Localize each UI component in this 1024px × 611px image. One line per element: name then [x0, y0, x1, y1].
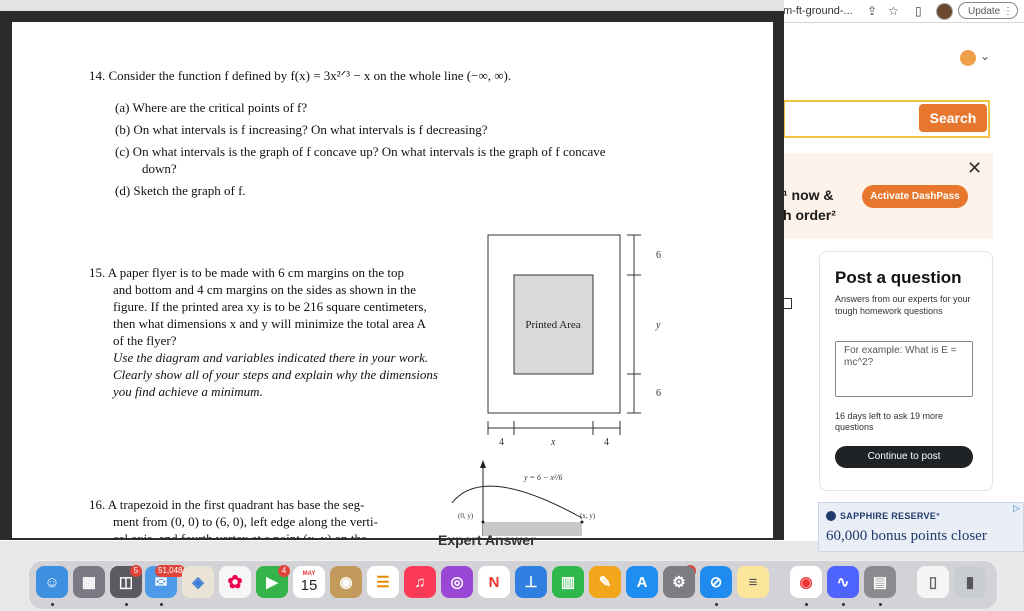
arrow-icon — [480, 460, 486, 468]
ad-logo-icon — [826, 511, 836, 521]
problem-15-line: Clearly show all of your steps and expla… — [113, 367, 438, 382]
user-avatar[interactable] — [960, 50, 976, 66]
maps-icon[interactable]: ◈ — [182, 566, 214, 598]
expert-answer-heading: Expert Answer — [438, 532, 536, 548]
profile-avatar[interactable] — [936, 3, 953, 20]
tab-icon[interactable]: ▯ — [915, 4, 922, 18]
reminders-icon[interactable]: ☰ — [367, 566, 399, 598]
music-icon[interactable]: ♫ — [404, 566, 436, 598]
app-badge: 5 — [130, 565, 142, 577]
problem-14-c2: down? — [142, 161, 177, 176]
point-marker — [580, 520, 584, 524]
chrome-icon[interactable]: ◉ — [790, 566, 822, 598]
update-button[interactable]: Update ⋮ — [958, 2, 1018, 19]
problem-15-line: you find achieve a minimum. — [113, 384, 263, 399]
problem-15-line: Use the diagram and variables indicated … — [113, 350, 429, 365]
problem-14-b: (b) On what intervals is f increasing? O… — [115, 122, 488, 137]
contacts-icon[interactable]: ◉ — [330, 566, 362, 598]
problem-16: 16. A trapezoid in the first quadrant ha… — [89, 496, 409, 538]
trash-icon[interactable]: ▮ — [954, 566, 986, 598]
share-icon[interactable]: ⇪ — [867, 4, 877, 18]
problem-15-line: then what dimensions x and y will minimi… — [113, 316, 427, 331]
problem-15-line: figure. If the printed area xy is to be … — [113, 299, 427, 314]
post-question-subtitle: Answers from our experts for your tough … — [835, 294, 971, 316]
facetime-badge: 4 — [278, 565, 290, 577]
ad-choices-icon[interactable]: ▷ — [1013, 503, 1020, 514]
problem-15-line: and bottom and 4 cm margins on the sides… — [113, 282, 417, 297]
flyer-diagram: Printed Area 6 y 6 4 x 4 — [487, 234, 661, 448]
document-window: 14. Consider the function f defined by f… — [0, 0, 784, 540]
finder-icon[interactable]: ☺ — [36, 566, 68, 598]
system-preferences-icon[interactable]: ⚙ — [663, 566, 695, 598]
mail-badge: 51,048 — [155, 565, 186, 577]
bookmark-star-icon[interactable]: ☆ — [888, 4, 899, 18]
promo-text-line2: h order² — [783, 207, 836, 223]
podcasts-icon[interactable]: ◎ — [441, 566, 473, 598]
running-indicator — [51, 603, 54, 606]
curve-equation-label: y = 6 − x²/6 — [523, 473, 563, 482]
calendar-day: 15 — [300, 576, 318, 594]
running-indicator — [842, 603, 845, 606]
activate-dashpass-button[interactable]: Activate DashPass — [862, 185, 968, 208]
ad-brand: SAPPHIRE RESERVE° — [840, 511, 941, 521]
safari-icon[interactable]: ⊘ — [700, 566, 732, 598]
point-left-label: (0, y) — [458, 512, 474, 520]
problem-15: 15. A paper flyer is to be made with 6 c… — [89, 264, 474, 400]
running-indicator — [125, 603, 128, 606]
problem-16-line: cal axis, and fourth vertex at a point (… — [89, 530, 409, 538]
launchpad-icon[interactable]: ▦ — [73, 566, 105, 598]
calendar-icon[interactable]: MAY 15 — [293, 566, 325, 598]
problem-14: 14. Consider the function f defined by f… — [89, 67, 729, 198]
question-textarea[interactable]: For example: What is E = mc^2? — [835, 341, 973, 397]
numbers-icon[interactable]: ▥ — [552, 566, 584, 598]
photos-icon[interactable]: ✿ — [219, 566, 251, 598]
post-question-title: Post a question — [835, 268, 962, 287]
news-icon[interactable]: N — [478, 566, 510, 598]
right-margin-label: 4 — [604, 437, 609, 448]
promo-text-line1: ¹ now & — [783, 187, 834, 203]
top-margin-label: 6 — [656, 250, 661, 261]
flag-icon[interactable] — [783, 298, 792, 309]
printed-area-label: Printed Area — [525, 319, 580, 331]
url-fragment[interactable]: m-ft-ground-... — [783, 5, 853, 17]
keynote-icon[interactable]: ⊥ — [515, 566, 547, 598]
window-titlebar — [0, 0, 784, 11]
problem-16-line: ment from (0, 0) to (6, 0), left edge al… — [113, 514, 378, 529]
days-left-text: 16 days left to ask 19 more questions — [835, 411, 944, 432]
preview-icon[interactable]: ▤ — [864, 566, 896, 598]
problem-14-a: (a) Where are the critical points of f? — [115, 100, 308, 115]
close-icon[interactable]: ✕ — [967, 158, 982, 179]
problem-14-d: (d) Sketch the graph of f. — [115, 183, 246, 198]
chevron-down-icon[interactable]: ⌄ — [980, 49, 990, 63]
running-indicator — [160, 603, 163, 606]
problem-15-line: of the flyer? — [113, 333, 177, 348]
problem-16-line: 16. A trapezoid in the first quadrant ha… — [89, 497, 365, 512]
problem-15-line: 15. A paper flyer is to be made with 6 c… — [89, 265, 404, 280]
point-right-label: (x, y) — [580, 512, 596, 520]
point-marker — [481, 520, 485, 524]
pages-icon[interactable]: ✎ — [589, 566, 621, 598]
ad-headline: 60,000 bonus points closer — [826, 528, 987, 544]
running-indicator — [715, 603, 718, 606]
continue-to-post-button[interactable]: Continue to post — [835, 446, 973, 468]
height-var-label: y — [655, 320, 661, 331]
app-store-icon[interactable]: A — [626, 566, 658, 598]
document-icon[interactable]: ▯ — [917, 566, 949, 598]
search-button[interactable]: Search — [919, 104, 987, 132]
messenger-icon[interactable]: ∿ — [827, 566, 859, 598]
problem-14-stem: 14. Consider the function f defined by f… — [89, 68, 512, 83]
running-indicator — [879, 603, 882, 606]
parabola-diagram: y = 6 − x²/6 (0, y) (x, y) — [451, 460, 596, 536]
notes-icon[interactable]: ≡ — [737, 566, 769, 598]
bottom-margin-label: 6 — [656, 388, 661, 399]
problem-14-c1: (c) On what intervals is the graph of f … — [115, 144, 606, 159]
running-indicator — [805, 603, 808, 606]
left-margin-label: 4 — [499, 437, 504, 448]
document-page: 14. Consider the function f defined by f… — [12, 22, 773, 538]
width-var-label: x — [550, 437, 556, 448]
